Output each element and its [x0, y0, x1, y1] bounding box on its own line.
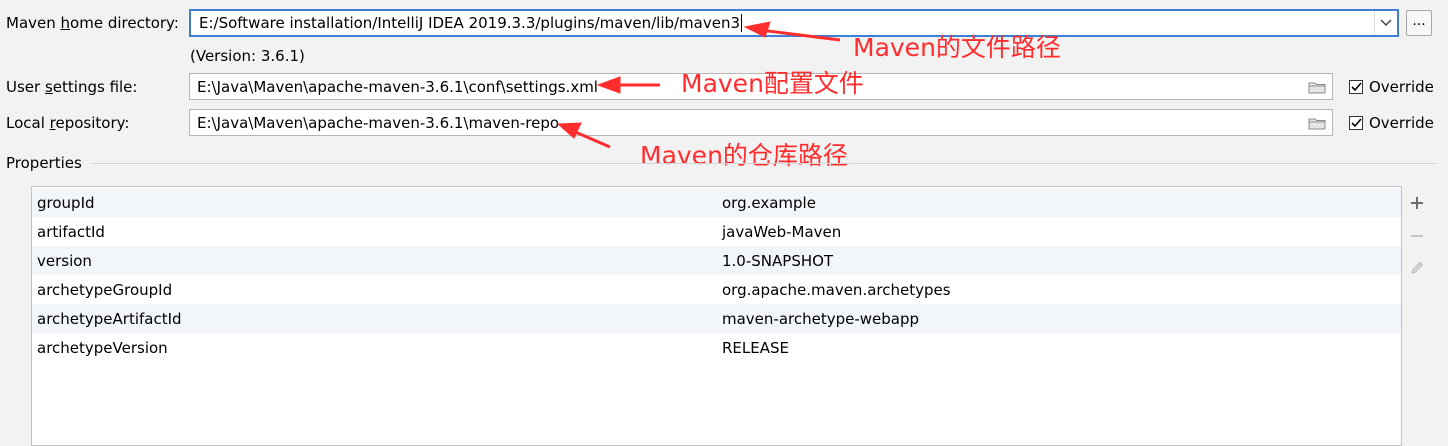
- arrow-repo: [572, 129, 611, 149]
- edit-icon[interactable]: [1405, 256, 1429, 280]
- add-icon[interactable]: [1405, 191, 1429, 215]
- annotation-repo: Maven的仓库路径: [640, 141, 848, 170]
- table-row[interactable]: artifactId javaWeb-Maven: [32, 217, 1401, 246]
- table-row[interactable]: archetypeGroupId org.apache.maven.archety…: [32, 275, 1401, 304]
- property-key: version: [37, 251, 92, 270]
- property-value: org.apache.maven.archetypes: [722, 280, 951, 299]
- table-row[interactable]: archetypeVersion RELEASE: [32, 333, 1401, 362]
- table-row[interactable]: groupId org.example: [32, 188, 1401, 217]
- property-value: RELEASE: [722, 338, 789, 357]
- property-key: artifactId: [37, 222, 105, 241]
- remove-icon[interactable]: [1405, 224, 1429, 248]
- arrow-repo-head: [556, 122, 582, 139]
- arrow-home-head: [743, 21, 771, 38]
- annotation-home: Maven的文件路径: [853, 33, 1061, 62]
- arrow-settings-head: [596, 76, 621, 94]
- property-value: javaWeb-Maven: [722, 222, 842, 241]
- table-row[interactable]: archetypeArtifactId maven-archetype-webap…: [32, 304, 1401, 333]
- arrow-home: [759, 28, 841, 42]
- property-key: archetypeVersion: [37, 338, 168, 357]
- properties-divider: [92, 163, 1436, 164]
- property-key: archetypeGroupId: [37, 280, 173, 299]
- table-row[interactable]: version 1.0-SNAPSHOT: [32, 246, 1401, 275]
- property-value: 1.0-SNAPSHOT: [722, 251, 834, 270]
- property-key: archetypeArtifactId: [37, 309, 182, 328]
- properties-table[interactable]: groupId org.example artifactId javaWeb-Mave…: [31, 186, 1402, 446]
- annotation-settings: Maven配置文件: [681, 69, 864, 98]
- properties-title: Properties: [6, 154, 82, 172]
- property-key: groupId: [37, 193, 95, 212]
- property-value: org.example: [722, 193, 816, 212]
- property-value: maven-archetype-webapp: [722, 309, 920, 328]
